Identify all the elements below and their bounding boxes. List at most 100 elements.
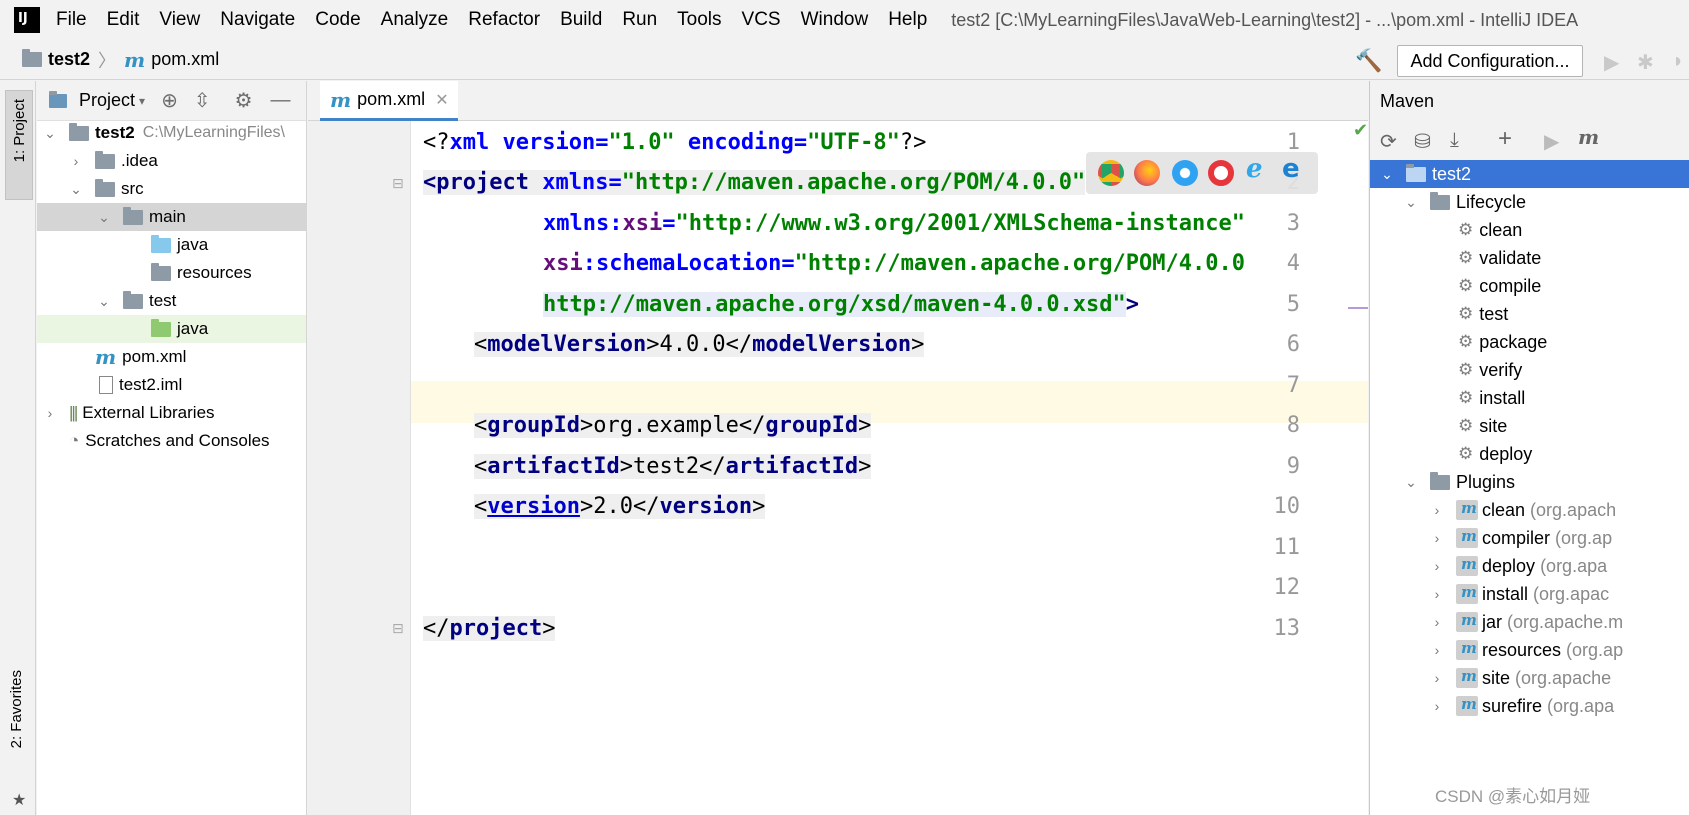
maven-plugin-resources[interactable]: › resources (org.ap	[1370, 636, 1689, 664]
chevron-right-icon[interactable]: ›	[1430, 586, 1444, 602]
locate-icon[interactable]: ⊕	[161, 88, 178, 113]
maven-goal-verify[interactable]: ⚙ verify	[1370, 356, 1689, 384]
menu-vcs[interactable]: VCS	[742, 9, 781, 31]
tree-item-test-java[interactable]: java	[37, 315, 306, 343]
tree-item-idea[interactable]: › .idea	[37, 147, 306, 175]
maven-plugin-clean[interactable]: › clean (org.apach	[1370, 496, 1689, 524]
maven-goal-clean[interactable]: ⚙ clean	[1370, 216, 1689, 244]
firefox-icon[interactable]	[1134, 160, 1160, 186]
maven-goal-package[interactable]: ⚙ package	[1370, 328, 1689, 356]
chevron-down-icon[interactable]: ⌄	[97, 209, 111, 226]
code-line-2[interactable]: <project xmlns="http://maven.apache.org/…	[423, 170, 1086, 195]
code-line-10[interactable]: <version>2.0</version>	[474, 494, 766, 519]
collapse-all-icon[interactable]: ⇳	[194, 88, 211, 113]
close-icon[interactable]: ✕	[435, 90, 448, 110]
code-line-3[interactable]: xmlns:xsi="http://www.w3.org/2001/XMLSch…	[543, 211, 1245, 236]
menu-build[interactable]: Build	[560, 9, 602, 31]
breadcrumb-file[interactable]: m pom.xml	[124, 48, 219, 72]
tree-item-external-libraries[interactable]: › ||| External Libraries	[37, 399, 306, 427]
code-line-4[interactable]: xsi:schemaLocation="http://maven.apache.…	[543, 251, 1245, 276]
menu-navigate[interactable]: Navigate	[220, 9, 295, 31]
code-line-5[interactable]: http://maven.apache.org/xsd/maven-4.0.0.…	[543, 292, 1139, 317]
maven-tree-root[interactable]: ⌄ test2	[1370, 160, 1689, 188]
tree-item-resources[interactable]: resources	[37, 259, 306, 287]
maven-goal-test[interactable]: ⚙ test	[1370, 300, 1689, 328]
hide-icon[interactable]: —	[271, 89, 291, 112]
tree-item-iml[interactable]: test2.iml	[37, 371, 306, 399]
chevron-right-icon[interactable]: ›	[1430, 698, 1444, 714]
maven-goal-icon[interactable]: m	[1578, 125, 1599, 149]
tree-item-pom[interactable]: m pom.xml	[37, 343, 306, 371]
menu-view[interactable]: View	[159, 9, 200, 31]
tree-item-src[interactable]: ⌄ src	[37, 175, 306, 203]
chevron-down-icon[interactable]: ⌄	[69, 181, 83, 198]
maven-goal-site[interactable]: ⚙ site	[1370, 412, 1689, 440]
editor-tab-pom[interactable]: m pom.xml ✕	[320, 81, 458, 121]
chevron-right-icon[interactable]: ›	[1430, 530, 1444, 546]
menu-edit[interactable]: Edit	[107, 9, 140, 31]
chevron-right-icon[interactable]: ›	[1430, 614, 1444, 630]
tree-item-test2[interactable]: ⌄ test2 C:\MyLearningFiles\	[37, 119, 306, 147]
tree-item-main-java[interactable]: java	[37, 231, 306, 259]
code-line-9[interactable]: <artifactId>test2</artifactId>	[474, 454, 872, 479]
add-icon[interactable]: +	[1498, 125, 1512, 153]
project-view-selector[interactable]: Project	[79, 90, 135, 111]
run-icon[interactable]: ▶	[1544, 129, 1559, 154]
maven-lifecycle[interactable]: ⌄ Lifecycle	[1370, 188, 1689, 216]
maven-goal-install[interactable]: ⚙ install	[1370, 384, 1689, 412]
chevron-down-icon[interactable]: ⌄	[1404, 474, 1418, 491]
fold-icon[interactable]: ⊟	[392, 620, 404, 637]
tree-item-test[interactable]: ⌄ test	[37, 287, 306, 315]
code-line-13[interactable]: </project>	[423, 616, 556, 641]
chevron-right-icon[interactable]: ›	[1430, 670, 1444, 686]
chevron-right-icon[interactable]: ›	[43, 405, 57, 421]
code-line-6[interactable]: <modelVersion>4.0.0</modelVersion>	[474, 332, 925, 357]
menu-refactor[interactable]: Refactor	[468, 9, 540, 31]
maven-plugin-deploy[interactable]: › deploy (org.apa	[1370, 552, 1689, 580]
menu-help[interactable]: Help	[888, 9, 927, 31]
maven-plugin-surefire[interactable]: › surefire (org.apa	[1370, 692, 1689, 720]
breadcrumb-project[interactable]: test2	[22, 49, 90, 70]
gear-icon[interactable]: ⚙	[235, 88, 253, 113]
maven-goal-validate[interactable]: ⚙ validate	[1370, 244, 1689, 272]
edge-icon[interactable]: e	[1282, 154, 1308, 184]
menu-analyze[interactable]: Analyze	[381, 9, 449, 31]
chevron-right-icon[interactable]: ›	[1430, 642, 1444, 658]
chevron-down-icon[interactable]: ⌄	[43, 125, 57, 142]
ie-icon[interactable]: e	[1246, 154, 1272, 184]
maven-plugins[interactable]: ⌄ Plugins	[1370, 468, 1689, 496]
generate-sources-icon[interactable]: ⛁	[1414, 129, 1431, 154]
debug-icon[interactable]: ✱	[1637, 50, 1654, 75]
tool-window-tab-project[interactable]: 1: Project	[5, 90, 33, 200]
menu-code[interactable]: Code	[315, 9, 360, 31]
chevron-down-icon[interactable]: ⌄	[1380, 166, 1394, 183]
code-line-8[interactable]: <groupId>org.example</groupId>	[474, 413, 872, 438]
maven-plugin-compiler[interactable]: › compiler (org.ap	[1370, 524, 1689, 552]
menu-window[interactable]: Window	[801, 9, 869, 31]
add-configuration-button[interactable]: Add Configuration...	[1397, 45, 1583, 77]
maven-plugin-install[interactable]: › install (org.apac	[1370, 580, 1689, 608]
chevron-right-icon[interactable]: ›	[1430, 558, 1444, 574]
reload-icon[interactable]: ⟳	[1380, 129, 1397, 154]
run-icon[interactable]: ▶	[1604, 50, 1619, 75]
chevron-right-icon[interactable]: ›	[1430, 502, 1444, 518]
chevron-down-icon[interactable]: ⌄	[97, 293, 111, 310]
coverage-icon[interactable]: ◗	[1672, 50, 1684, 73]
chevron-right-icon[interactable]: ›	[69, 153, 83, 169]
code-line-1[interactable]: <?xml version="1.0" encoding="UTF-8"?>	[423, 130, 926, 155]
tool-window-tab-favorites[interactable]: 2: Favorites	[8, 670, 32, 790]
maven-plugin-jar[interactable]: › jar (org.apache.m	[1370, 608, 1689, 636]
chrome-icon[interactable]	[1098, 160, 1124, 186]
fold-icon[interactable]: ⊟	[392, 175, 404, 192]
build-hammer-icon[interactable]: 🔨	[1355, 48, 1382, 74]
maven-goal-deploy[interactable]: ⚙ deploy	[1370, 440, 1689, 468]
opera-icon[interactable]	[1208, 160, 1234, 186]
maven-plugin-site[interactable]: › site (org.apache	[1370, 664, 1689, 692]
menu-tools[interactable]: Tools	[677, 9, 721, 31]
chevron-down-icon[interactable]: ⌄	[1404, 194, 1418, 211]
menu-run[interactable]: Run	[622, 9, 657, 31]
maven-goal-compile[interactable]: ⚙ compile	[1370, 272, 1689, 300]
chevron-down-icon[interactable]: ▾	[139, 94, 145, 108]
tree-item-main[interactable]: ⌄ main	[37, 203, 306, 231]
download-icon[interactable]: ⤓	[1450, 129, 1459, 152]
